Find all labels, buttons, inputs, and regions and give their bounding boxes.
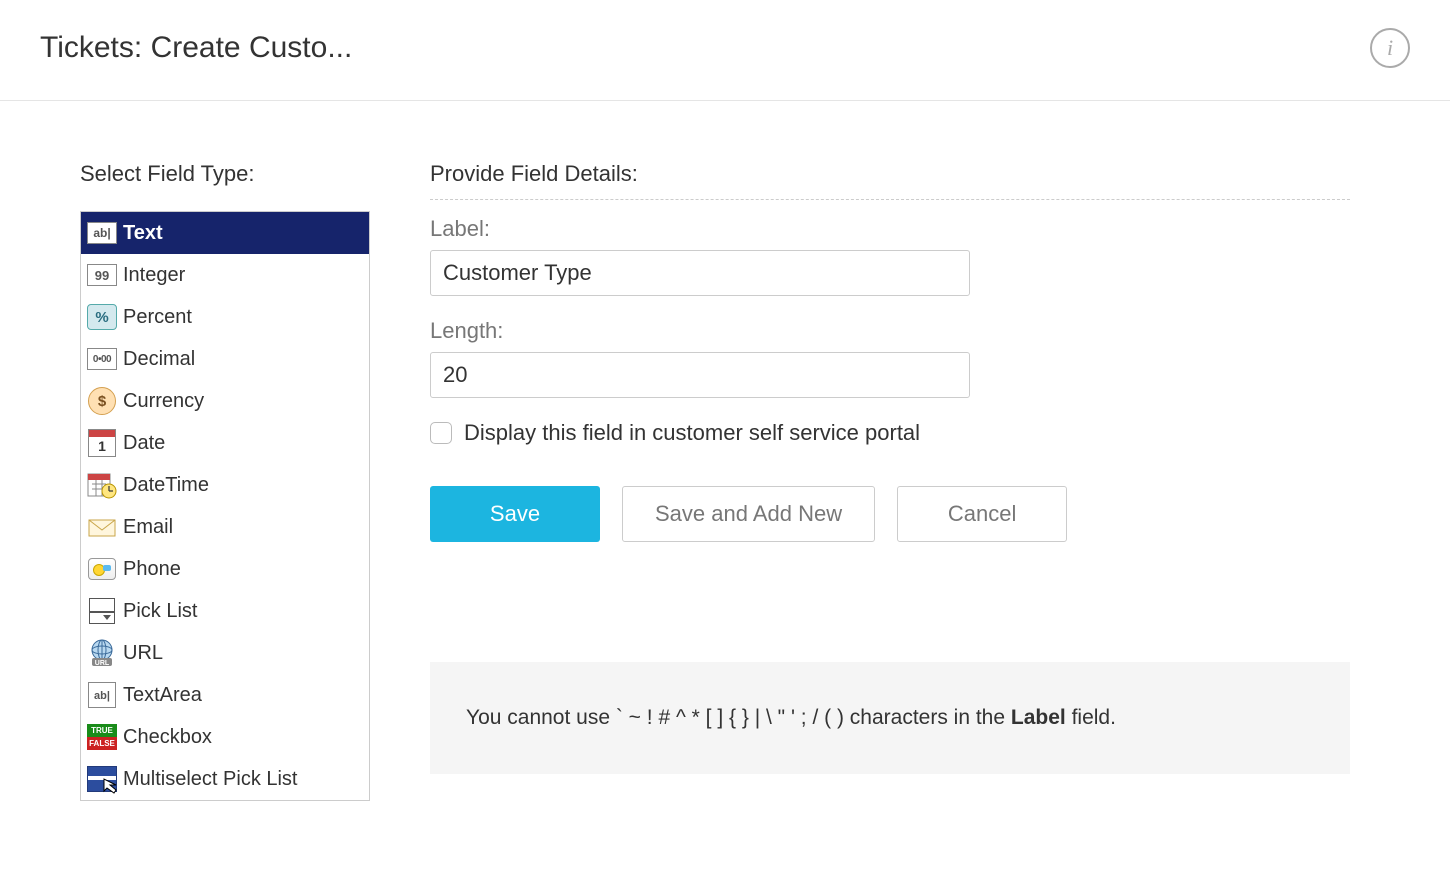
length-field-label: Length: <box>430 318 1350 344</box>
note-prefix: You cannot use <box>466 706 616 729</box>
integer-icon: 99 <box>87 260 117 290</box>
field-type-label: DateTime <box>123 474 209 497</box>
datetime-icon <box>87 470 117 500</box>
field-type-label: Currency <box>123 390 204 413</box>
url-icon: URL <box>87 638 117 668</box>
field-type-title: Select Field Type: <box>80 161 370 187</box>
note-box: You cannot use ` ~ ! # ^ * [ ] { } | \ "… <box>430 662 1350 774</box>
field-type-phone[interactable]: Phone <box>81 548 369 590</box>
field-type-label: Percent <box>123 306 192 329</box>
svg-text:URL: URL <box>95 660 110 667</box>
field-type-label: Date <box>123 432 165 455</box>
field-type-url[interactable]: URL URL <box>81 632 369 674</box>
field-type-label: Text <box>123 222 163 245</box>
field-type-email[interactable]: Email <box>81 506 369 548</box>
note-chars: ` ~ ! # ^ * [ ] { } | \ " ' ; / ( ) <box>616 706 844 729</box>
field-type-label: TextArea <box>123 684 202 707</box>
label-field-label: Label: <box>430 216 1350 242</box>
save-add-new-button[interactable]: Save and Add New <box>622 486 875 542</box>
field-details-panel: Provide Field Details: Label: Length: Di… <box>430 161 1350 801</box>
field-type-panel: Select Field Type: ab| Text 99 Integer% Perc… <box>80 161 370 801</box>
field-type-label: Integer <box>123 264 185 287</box>
picklist-icon <box>87 596 117 626</box>
field-type-integer[interactable]: 99 Integer <box>81 254 369 296</box>
phone-icon <box>87 554 117 584</box>
field-type-list: ab| Text 99 Integer% Percent 0•00 Decimal $ Curr… <box>80 211 370 801</box>
cancel-button[interactable]: Cancel <box>897 486 1067 542</box>
field-type-text[interactable]: ab| Text <box>81 212 369 254</box>
field-type-label: Checkbox <box>123 726 212 749</box>
page-header: Tickets: Create Custo... i <box>0 0 1450 101</box>
field-type-label: URL <box>123 642 163 665</box>
field-type-label: Phone <box>123 558 181 581</box>
decimal-icon: 0•00 <box>87 344 117 374</box>
field-type-picklist[interactable]: Pick List <box>81 590 369 632</box>
field-type-label: Pick List <box>123 600 197 623</box>
save-button[interactable]: Save <box>430 486 600 542</box>
field-type-currency[interactable]: $ Currency <box>81 380 369 422</box>
field-type-textarea[interactable]: ab| TextArea <box>81 674 369 716</box>
email-icon <box>87 512 117 542</box>
page-title: Tickets: Create Custo... <box>40 31 352 65</box>
field-type-label: Decimal <box>123 348 195 371</box>
field-type-percent[interactable]: % Percent <box>81 296 369 338</box>
multiselect-icon <box>87 764 117 794</box>
field-type-decimal[interactable]: 0•00 Decimal <box>81 338 369 380</box>
label-input[interactable] <box>430 250 970 296</box>
field-type-date[interactable]: Date <box>81 422 369 464</box>
field-type-datetime[interactable]: DateTime <box>81 464 369 506</box>
info-icon[interactable]: i <box>1370 28 1410 68</box>
field-type-checkbox[interactable]: TRUEFALSE Checkbox <box>81 716 369 758</box>
date-icon <box>87 428 117 458</box>
note-suffix: field. <box>1066 706 1116 729</box>
field-details-title: Provide Field Details: <box>430 161 1350 200</box>
checkbox-icon: TRUEFALSE <box>87 722 117 752</box>
currency-icon: $ <box>87 386 117 416</box>
textarea-icon: ab| <box>87 680 117 710</box>
display-portal-checkbox[interactable] <box>430 422 452 444</box>
text-icon: ab| <box>87 218 117 248</box>
length-input[interactable] <box>430 352 970 398</box>
display-portal-label: Display this field in customer self serv… <box>464 420 920 446</box>
field-type-multiselect[interactable]: Multiselect Pick List <box>81 758 369 800</box>
percent-icon: % <box>87 302 117 332</box>
field-type-label: Email <box>123 516 173 539</box>
note-middle: characters in the <box>844 706 1011 729</box>
note-bold: Label <box>1011 706 1066 729</box>
field-type-label: Multiselect Pick List <box>123 768 298 791</box>
